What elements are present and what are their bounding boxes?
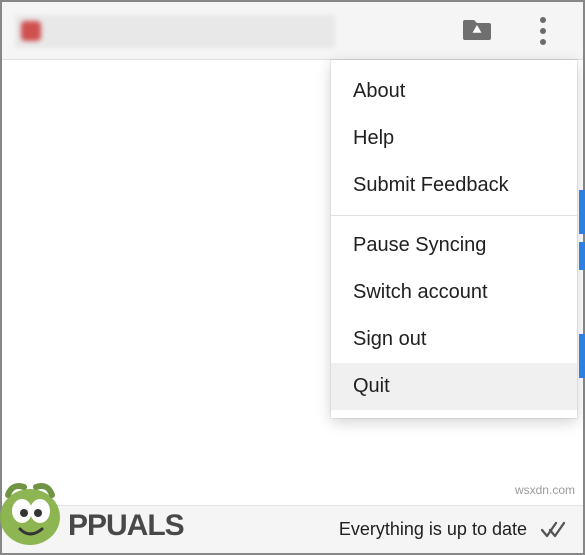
app-window: About Help Submit Feedback Pause Syncing… (0, 0, 585, 555)
edge-decoration (579, 190, 585, 234)
menu-item-quit[interactable]: Quit (331, 363, 577, 410)
menu-item-help[interactable]: Help (331, 115, 577, 162)
open-drive-folder-button[interactable] (459, 13, 495, 49)
brand-text: PPUALS (68, 509, 184, 543)
sync-complete-icon (541, 520, 567, 540)
menu-item-sign-out[interactable]: Sign out (331, 316, 577, 363)
settings-menu: About Help Submit Feedback Pause Syncing… (331, 60, 577, 418)
more-vert-icon (540, 17, 546, 45)
account-identity-blur (15, 15, 335, 48)
menu-item-submit-feedback[interactable]: Submit Feedback (331, 162, 577, 209)
header-bar (2, 2, 583, 60)
drive-folder-icon (462, 16, 492, 47)
more-menu-button[interactable] (525, 13, 561, 49)
mascot-icon (0, 473, 72, 553)
source-site-text: wsxdn.com (515, 483, 575, 497)
edge-decoration (579, 334, 585, 378)
menu-item-switch-account[interactable]: Switch account (331, 269, 577, 316)
watermark: PPUALS (0, 473, 184, 553)
menu-separator (331, 215, 577, 216)
header-actions (459, 2, 573, 60)
menu-item-pause-syncing[interactable]: Pause Syncing (331, 222, 577, 269)
edge-decoration (579, 242, 585, 270)
menu-item-about[interactable]: About (331, 68, 577, 115)
sync-status-text: Everything is up to date (339, 519, 527, 540)
